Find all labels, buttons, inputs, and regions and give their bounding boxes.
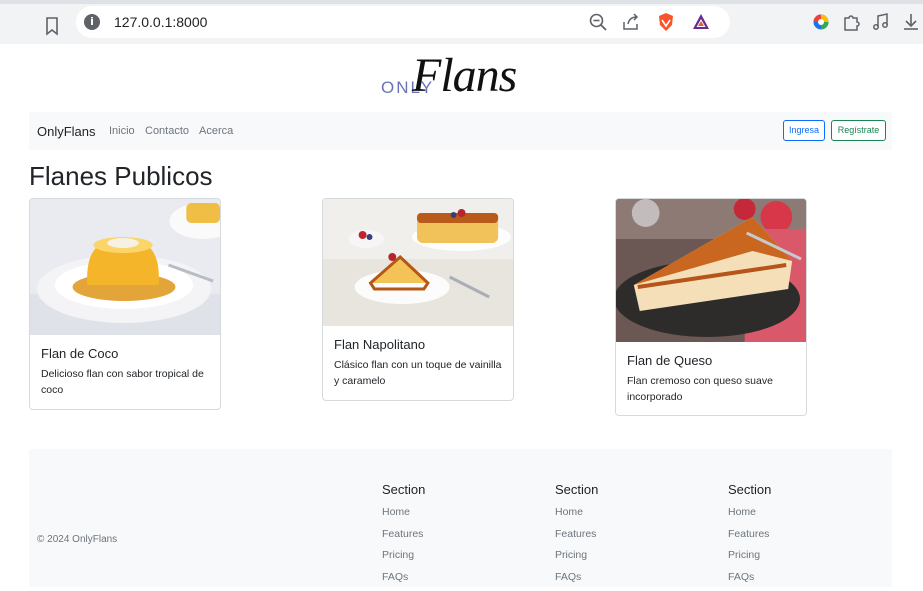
footer-link-features[interactable]: Features: [728, 527, 771, 549]
footer-link-features[interactable]: Features: [382, 527, 425, 549]
media-controls-icon[interactable]: [871, 12, 891, 32]
navbar-brand[interactable]: OnlyFlans: [37, 124, 96, 139]
extensions-puzzle-icon[interactable]: [841, 12, 861, 32]
footer: © 2024 OnlyFlans Section Home Features P…: [29, 449, 892, 587]
site-info-icon[interactable]: i: [84, 14, 100, 30]
footer-link-faqs[interactable]: FAQs: [555, 570, 598, 591]
url-text[interactable]: 127.0.0.1:8000: [114, 14, 207, 30]
footer-column: Section Home Features Pricing FAQs: [555, 482, 598, 591]
share-icon[interactable]: [621, 12, 641, 32]
nav-link-inicio[interactable]: Inicio: [109, 125, 135, 137]
card-title: Flan Napolitano: [334, 337, 425, 352]
footer-heading: Section: [555, 482, 598, 497]
card-title: Flan de Coco: [41, 346, 118, 361]
flan-napolitano-image: [323, 199, 513, 326]
footer-heading: Section: [382, 482, 425, 497]
page-title: Flanes Publicos: [29, 161, 213, 192]
footer-link-home[interactable]: Home: [728, 505, 771, 527]
brave-rewards-icon[interactable]: [691, 12, 711, 32]
footer-link-home[interactable]: Home: [555, 505, 598, 527]
nav-link-acerca[interactable]: Acerca: [199, 125, 233, 137]
register-button[interactable]: Regístrate: [831, 120, 886, 141]
download-icon[interactable]: [901, 12, 921, 32]
flan-de-coco-image: [30, 199, 220, 335]
card-text: Clásico flan con un toque de vainilla y …: [334, 357, 504, 389]
logo-main: Flans: [412, 48, 516, 103]
bookmark-icon[interactable]: [43, 16, 61, 36]
footer-column: Section Home Features Pricing FAQs: [382, 482, 425, 591]
flan-card[interactable]: Flan Napolitano Clásico flan con un toqu…: [322, 198, 514, 401]
flan-card[interactable]: Flan de Queso Flan cremoso con queso sua…: [615, 198, 807, 416]
footer-link-features[interactable]: Features: [555, 527, 598, 549]
zoom-out-icon[interactable]: [588, 12, 608, 32]
card-text: Delicioso flan con sabor tropical de coc…: [41, 366, 211, 398]
footer-link-faqs[interactable]: FAQs: [728, 570, 771, 591]
footer-column: Section Home Features Pricing FAQs: [728, 482, 771, 591]
footer-link-home[interactable]: Home: [382, 505, 425, 527]
login-button[interactable]: Ingresa: [783, 120, 825, 141]
extension-colorful-icon[interactable]: [811, 12, 831, 32]
footer-link-pricing[interactable]: Pricing: [382, 548, 425, 570]
web-page: ONLY Flans OnlyFlans Inicio Contacto Ace…: [0, 44, 923, 587]
flan-de-queso-image: [616, 199, 806, 342]
footer-link-pricing[interactable]: Pricing: [728, 548, 771, 570]
navbar: OnlyFlans Inicio Contacto Acerca Ingresa…: [29, 112, 892, 150]
brave-shield-icon[interactable]: [656, 12, 676, 32]
card-text: Flan cremoso con queso suave incorporado: [627, 373, 797, 405]
footer-heading: Section: [728, 482, 771, 497]
copyright: © 2024 OnlyFlans: [37, 534, 117, 545]
card-title: Flan de Queso: [627, 353, 712, 368]
site-logo[interactable]: ONLY Flans: [380, 52, 550, 102]
footer-link-pricing[interactable]: Pricing: [555, 548, 598, 570]
footer-link-faqs[interactable]: FAQs: [382, 570, 425, 591]
flan-card[interactable]: Flan de Coco Delicioso flan con sabor tr…: [29, 198, 221, 410]
nav-link-contacto[interactable]: Contacto: [145, 125, 189, 137]
